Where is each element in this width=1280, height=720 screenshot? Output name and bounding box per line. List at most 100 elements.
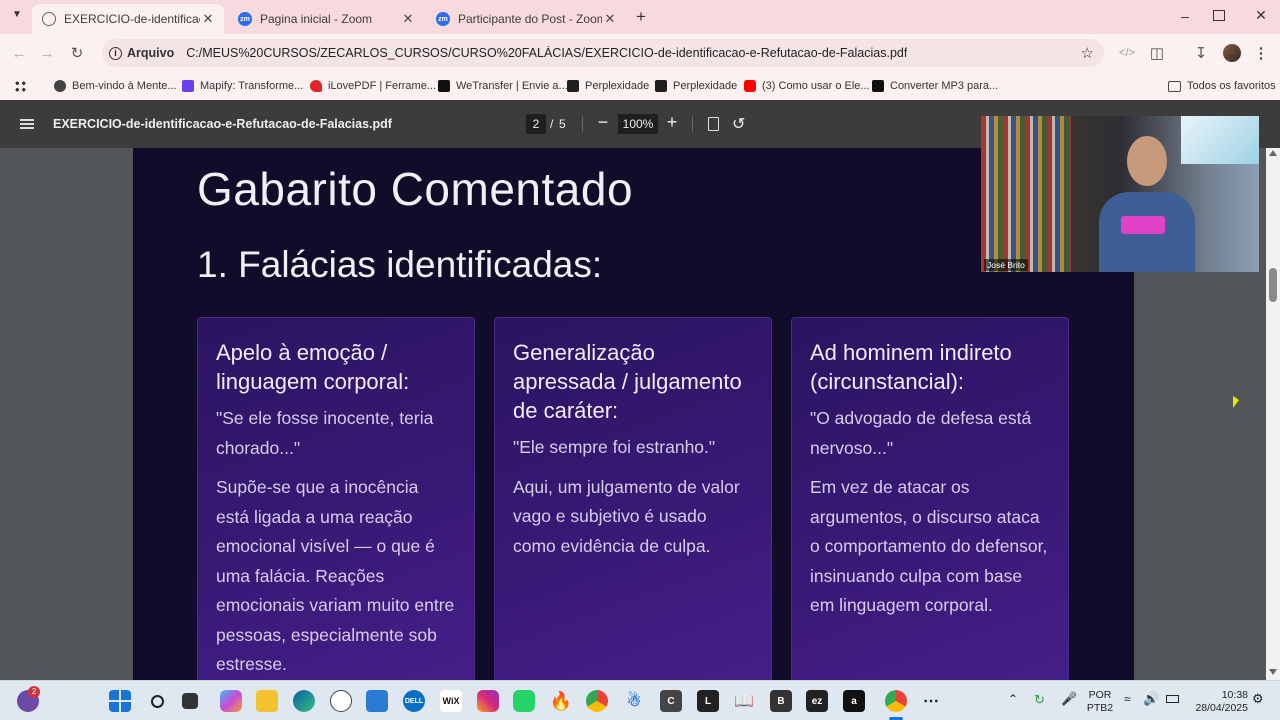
card-body: Supõe-se que a inocência está ligada a u…	[216, 477, 455, 674]
app-b-icon[interactable]: B	[770, 690, 792, 712]
extensions-icon[interactable]: ◫	[1146, 42, 1168, 64]
app-ez-icon[interactable]: ez	[806, 690, 828, 712]
total-pages: 5	[559, 117, 566, 131]
bookmark-item[interactable]: Bem-vindo à Mente...	[54, 77, 177, 95]
section-heading: 1. Falácias identificadas:	[197, 244, 603, 285]
card-title: Apelo à emoção / linguagem corporal:	[216, 340, 410, 394]
zoom-icon: zm	[436, 12, 450, 26]
page-title: Gabarito Comentado	[197, 163, 634, 215]
task-view-icon[interactable]	[182, 693, 198, 709]
fallacy-card: Generalização apressada / julgamento de …	[494, 317, 772, 680]
edge-icon[interactable]	[293, 690, 315, 712]
tab-search-button[interactable]: ▼	[8, 9, 26, 25]
tab-pdf[interactable]: EXERCICIO-de-identificacao-e-R ✕	[32, 4, 224, 34]
close-icon[interactable]: ✕	[200, 11, 216, 27]
more-apps-icon[interactable]: ⋯	[920, 690, 942, 712]
address-bar[interactable]: i Arquivo C:/MEUS%20CURSOS/ZECARLOS_CURS…	[102, 39, 1104, 67]
bookmark-icon	[182, 80, 194, 92]
file-explorer-icon[interactable]	[256, 690, 278, 712]
video-call-thumbnail[interactable]: José Brito	[981, 116, 1259, 272]
tab-strip: ▼ EXERCICIO-de-identificacao-e-R ✕ zm Pa…	[0, 0, 1280, 34]
reload-button[interactable]: ↻	[66, 42, 88, 64]
minimize-button[interactable]: –	[1176, 8, 1194, 24]
all-bookmarks[interactable]: Todos os favoritos	[1168, 77, 1276, 95]
fit-page-icon[interactable]	[708, 117, 719, 131]
close-icon[interactable]: ✕	[602, 11, 618, 27]
bookmark-item[interactable]: Mapify: Transforme...	[182, 77, 303, 95]
bookmark-item[interactable]: Perplexidade	[567, 77, 649, 95]
close-icon[interactable]: ✕	[400, 11, 416, 27]
whatsapp-icon[interactable]	[513, 690, 535, 712]
instagram-icon[interactable]	[477, 690, 499, 712]
download-icon[interactable]: ↧	[1190, 42, 1212, 64]
zoom-icon: zm	[238, 12, 252, 26]
page-separator: /	[550, 117, 554, 131]
person-image	[1099, 136, 1195, 272]
keyboard-layout: PTB2	[1086, 702, 1114, 714]
clock[interactable]: 10:38 28/04/2025	[1188, 689, 1248, 715]
bookmark-item[interactable]: (3) Como usar o Ele...	[744, 77, 870, 95]
dell-icon[interactable]: DELL	[403, 690, 425, 712]
tab-title: Participante do Post - Zoom	[458, 12, 602, 26]
language-indicator[interactable]: POR PTB2	[1082, 689, 1118, 715]
zoom-level-input[interactable]: 100%	[618, 114, 658, 134]
wix-icon[interactable]: WiX	[440, 690, 462, 712]
search-icon[interactable]	[146, 690, 168, 712]
wifi-icon[interactable]: ≈	[1124, 693, 1131, 706]
app-c-icon[interactable]: C	[660, 690, 682, 712]
volume-icon[interactable]: 🔊	[1143, 692, 1159, 705]
bookshelf-image	[981, 116, 1071, 272]
new-tab-button[interactable]: +	[632, 7, 650, 27]
reader-icon[interactable]: 📖	[733, 690, 755, 712]
code-icon[interactable]: </>	[1116, 42, 1138, 64]
bookmark-icon	[54, 80, 66, 92]
scroll-thumb[interactable]	[1269, 268, 1277, 302]
page-number-input[interactable]: 2	[526, 114, 546, 134]
info-icon[interactable]: i	[109, 46, 122, 60]
rotate-icon[interactable]: ↺	[732, 114, 745, 134]
menu-kebab-icon[interactable]: ⋮	[1250, 42, 1272, 64]
browser-toolbar: ← → ↻ i Arquivo C:/MEUS%20CURSOS/ZECARLO…	[0, 34, 1280, 72]
chatgpt-icon[interactable]	[330, 690, 352, 712]
mouse-cursor-icon	[1233, 396, 1239, 408]
fallacy-card: Ad hominem indireto (circunstancial): "O…	[791, 317, 1069, 680]
zoom-in-button[interactable]: +	[664, 112, 680, 133]
app-l-icon[interactable]: L	[697, 690, 719, 712]
notifications-icon[interactable]: ⚙	[1252, 692, 1264, 705]
chrome-icon[interactable]	[586, 690, 608, 712]
restore-button[interactable]	[1213, 10, 1225, 21]
clock-time: 10:38	[1221, 689, 1248, 701]
bookmark-item[interactable]: Perplexidade	[655, 77, 737, 95]
tab-zoom-participant[interactable]: zm Participante do Post - Zoom ✕	[426, 4, 626, 34]
fallacy-card: Apelo à emoção / linguagem corporal: "Se…	[197, 317, 475, 680]
apps-grid-icon[interactable]	[14, 80, 27, 93]
url-text[interactable]: C:/MEUS%20CURSOS/ZECARLOS_CURSOS/CURSO%2…	[186, 46, 907, 60]
star-icon[interactable]: ☆	[1081, 44, 1094, 62]
flame-app-icon[interactable]: 🔥	[550, 690, 572, 712]
forward-button[interactable]: →	[36, 42, 58, 64]
microphone-icon[interactable]: 🎤	[1061, 692, 1077, 705]
people-app-icon[interactable]: ☃	[623, 690, 645, 712]
scroll-up-arrow-icon[interactable]	[1269, 150, 1277, 156]
sync-icon[interactable]: ↻	[1034, 693, 1045, 706]
store-icon[interactable]	[366, 690, 388, 712]
hamburger-menu-icon[interactable]	[20, 119, 34, 129]
copilot-icon[interactable]	[220, 690, 242, 712]
profile-avatar[interactable]	[1223, 44, 1241, 62]
card-quote: "Ele sempre foi estranho."	[513, 437, 716, 457]
chrome-active-icon[interactable]	[885, 690, 907, 712]
start-windows-icon[interactable]	[109, 690, 131, 712]
bookmark-item[interactable]: WeTransfer | Envie a...	[438, 77, 568, 95]
bookmark-item[interactable]: iLovePDF | Ferrame...	[310, 77, 436, 95]
zoom-out-button[interactable]: −	[595, 112, 611, 133]
back-button[interactable]: ←	[8, 42, 30, 64]
tab-zoom-home[interactable]: zm Pagina inicial - Zoom ✕	[228, 4, 424, 34]
close-window-button[interactable]: ✕	[1252, 7, 1270, 25]
amazon-icon[interactable]: a	[843, 690, 865, 712]
bookmark-item[interactable]: Converter MP3 para...	[872, 77, 998, 95]
tray-chevron-icon[interactable]: ⌃	[1008, 693, 1018, 706]
vertical-scrollbar[interactable]	[1266, 148, 1280, 680]
scroll-down-arrow-icon[interactable]	[1269, 669, 1277, 675]
battery-icon[interactable]	[1166, 695, 1179, 703]
heart-icon	[310, 80, 322, 92]
